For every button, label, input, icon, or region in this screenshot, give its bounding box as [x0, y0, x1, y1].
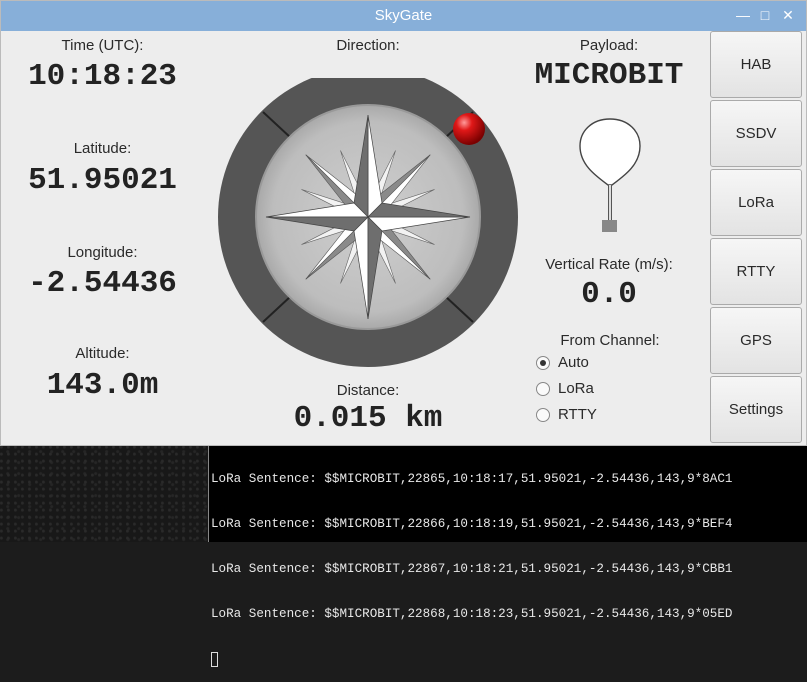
title-bar[interactable]: SkyGate — □ ✕	[1, 1, 806, 31]
rtty-button[interactable]: RTTY	[710, 238, 802, 305]
radio-icon[interactable]	[536, 382, 550, 396]
vertical-rate-value: 0.0	[581, 277, 637, 312]
latitude-value: 51.95021	[28, 163, 177, 198]
hab-button[interactable]: HAB	[710, 31, 802, 98]
terminal-line: LoRa Sentence: $$MICROBIT,22867,10:18:21…	[211, 562, 733, 576]
direction-marker-icon	[453, 113, 485, 145]
distance-value: 0.015 km	[293, 401, 443, 436]
lora-button[interactable]: LoRa	[710, 169, 802, 236]
latitude-label: Latitude:	[73, 140, 132, 157]
from-channel-label: From Channel:	[560, 332, 660, 349]
settings-button[interactable]: Settings	[710, 376, 802, 443]
terminal-cursor	[211, 652, 218, 667]
direction-label: Direction:	[336, 37, 400, 54]
time-value: 10:18:23	[28, 59, 177, 94]
window-title: SkyGate	[374, 7, 433, 24]
distance-label: Distance:	[336, 382, 400, 399]
maximize-icon[interactable]: □	[756, 6, 774, 24]
close-icon[interactable]: ✕	[779, 6, 797, 24]
radio-selected-icon[interactable]	[536, 356, 550, 370]
longitude-value: -2.54436	[28, 266, 177, 301]
terminal-window[interactable]: LoRa Sentence: $$MICROBIT,22865,10:18:17…	[208, 444, 807, 667]
altitude-label: Altitude:	[75, 345, 130, 362]
terminal-line: LoRa Sentence: $$MICROBIT,22865,10:18:17…	[211, 472, 733, 486]
ssdv-button[interactable]: SSDV	[710, 100, 802, 167]
minimize-icon[interactable]: —	[734, 6, 752, 24]
terminal-line: LoRa Sentence: $$MICROBIT,22868,10:18:23…	[211, 607, 733, 621]
vertical-rate-label: Vertical Rate (m/s):	[545, 256, 673, 273]
balloon-icon	[579, 118, 641, 232]
payload-name: MICROBIT	[534, 58, 684, 93]
longitude-label: Longitude:	[67, 244, 138, 261]
terminal-line: LoRa Sentence: $$MICROBIT,22866,10:18:19…	[211, 517, 733, 531]
time-label: Time (UTC):	[61, 37, 144, 54]
payload-label: Payload:	[579, 37, 639, 54]
altitude-value: 143.0m	[46, 368, 159, 403]
radio-icon[interactable]	[536, 408, 550, 422]
skygate-window: SkyGate — □ ✕ Time (UTC): 10:18:23 Latit…	[0, 0, 807, 446]
gps-button[interactable]: GPS	[710, 307, 802, 374]
compass	[218, 78, 518, 367]
